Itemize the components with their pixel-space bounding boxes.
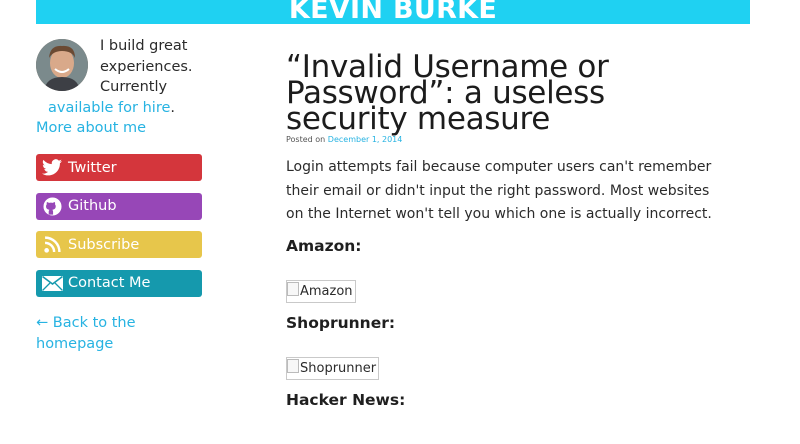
site-header-banner: KEVIN BURKE — [36, 0, 750, 24]
subscribe-button-label: Subscribe — [68, 236, 140, 253]
shoprunner-image-alt: Shoprunner — [300, 360, 377, 376]
site-title-link[interactable]: KEVIN BURKE — [289, 0, 497, 23]
contact-button-label: Contact Me — [68, 275, 151, 291]
post-title: “Invalid Username or Password”: a useles… — [286, 49, 609, 137]
contact-button[interactable]: Contact Me — [36, 269, 202, 297]
twitter-icon — [41, 158, 63, 178]
bio-separator: . — [170, 99, 175, 116]
author-bio: I build great experiences. Currently ava… — [36, 36, 202, 139]
subscribe-button[interactable]: Subscribe — [36, 231, 202, 258]
back-to-homepage-link[interactable]: ← Back to the homepage — [36, 313, 202, 354]
bio-text: I build great experiences. Currently — [100, 38, 193, 95]
twitter-button[interactable]: Twitter — [36, 154, 202, 181]
section-heading-hacker-news: Hacker News: — [286, 390, 406, 409]
envelope-icon — [41, 273, 63, 293]
avatar — [36, 39, 88, 91]
twitter-button-label: Twitter — [68, 159, 117, 176]
post-date-link[interactable]: December 1, 2014 — [328, 135, 403, 144]
posted-prefix: Posted on — [286, 135, 326, 144]
github-button[interactable]: Github — [36, 192, 202, 220]
section-heading-amazon: Amazon: — [286, 236, 362, 255]
amazon-screenshot-image: Amazon — [286, 279, 356, 303]
post-content: “Invalid Username or Password”: a useles… — [286, 49, 726, 409]
github-button-label: Github — [68, 198, 117, 214]
hire-link[interactable]: available for hire — [48, 100, 170, 116]
shoprunner-screenshot-image: Shoprunner — [286, 356, 380, 380]
broken-image-icon — [287, 281, 299, 296]
section-heading-shoprunner: Shoprunner: — [286, 313, 396, 332]
post-intro: Login attempts fail because computer use… — [286, 159, 712, 222]
about-me-link[interactable]: More about me — [36, 120, 146, 136]
broken-image-icon — [287, 358, 299, 373]
github-icon — [41, 196, 63, 216]
sidebar: I build great experiences. Currently ava… — [36, 36, 202, 352]
rss-icon — [41, 235, 63, 255]
amazon-image-alt: Amazon — [300, 283, 353, 299]
social-buttons: Twitter Github Subscribe Contact Me — [36, 154, 202, 308]
